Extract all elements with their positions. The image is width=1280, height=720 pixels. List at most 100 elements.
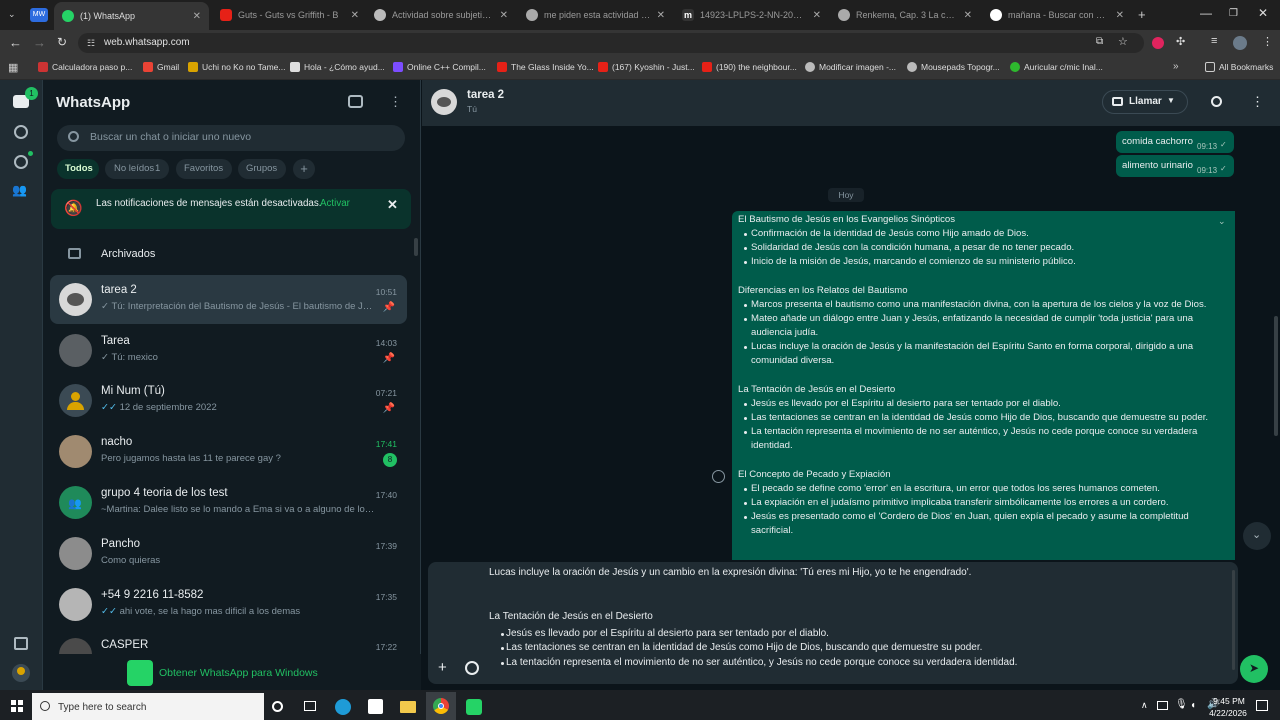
tab-whatsapp[interactable]: (1) WhatsApp ✕: [54, 2, 209, 30]
clock-time[interactable]: 9:45 PM: [1210, 696, 1248, 706]
address-bar[interactable]: [78, 33, 1144, 53]
bookmark-cpp[interactable]: Online C++ Compil...: [393, 62, 486, 72]
profile-avatar[interactable]: [1233, 36, 1247, 50]
bookmark-calculadora[interactable]: Calculadora paso p...: [38, 62, 132, 72]
sticker-icon[interactable]: [465, 661, 479, 675]
edge-icon[interactable]: [335, 699, 351, 715]
reload-icon[interactable]: ↻: [57, 35, 67, 49]
store-icon[interactable]: [368, 699, 383, 714]
clock-date[interactable]: 4/22/2026: [1202, 708, 1254, 718]
cortana-icon[interactable]: [272, 701, 283, 712]
new-tab-icon[interactable]: +: [1138, 7, 1146, 22]
file-explorer-icon[interactable]: [400, 701, 416, 713]
search-messages-icon[interactable]: [1211, 96, 1222, 107]
close-tab-icon[interactable]: ✕: [193, 11, 201, 22]
chat-row-tarea[interactable]: Tarea ✓ Tú: mexico 14:03 📌: [50, 326, 407, 375]
attach-plus-icon[interactable]: +: [438, 659, 447, 676]
bookmark-kyoshin[interactable]: (167) Kyoshin - Just...: [598, 62, 695, 72]
apps-grid-icon[interactable]: ▦: [8, 61, 18, 74]
bookmark-mousepads[interactable]: Mousepads Topogr...: [907, 62, 1000, 72]
close-tab-icon[interactable]: ✕: [1116, 10, 1124, 21]
chat-row-mi-num[interactable]: Mi Num (Tú) ✓✓ 12 de septiembre 2022 07:…: [50, 376, 407, 425]
chat-row-phone[interactable]: +54 9 2216 11-8582 ✓✓ ahi vote, se la ha…: [50, 580, 407, 629]
tab-me-piden[interactable]: me piden esta actividad 1. Se ✕: [518, 0, 673, 30]
new-chat-icon[interactable]: [348, 95, 363, 108]
chat-row-pancho[interactable]: Pancho Como quieras 17:39: [50, 529, 407, 578]
long-message-bubble[interactable]: El Bautismo de Jesús en los Evangelios S…: [732, 211, 1235, 560]
whatsapp-taskbar-icon[interactable]: [466, 699, 482, 715]
browser-menu-icon[interactable]: ⋮: [1262, 35, 1273, 48]
close-tab-icon[interactable]: ✕: [500, 10, 508, 21]
close-tab-icon[interactable]: ✕: [657, 10, 665, 21]
bookmark-uchi[interactable]: Uchi no Ko no Tame...: [188, 62, 285, 72]
chat-row-casper[interactable]: CASPER 17:22: [50, 630, 407, 654]
tab-lplps[interactable]: m 14923-LPLPS-2-NN-2026) An ✕: [674, 0, 829, 30]
message-bubble[interactable]: alimento urinario 09:13 ✓: [1116, 155, 1234, 177]
restore-icon[interactable]: ❐: [1229, 8, 1238, 19]
chrome-taskbar-icon[interactable]: [426, 692, 456, 720]
media-icon[interactable]: ≡: [1211, 35, 1217, 47]
close-notice-icon[interactable]: ✕: [387, 197, 398, 213]
communities-nav-icon[interactable]: 👥: [12, 183, 27, 197]
profile-nav-avatar[interactable]: [12, 664, 30, 682]
status-nav-icon[interactable]: [14, 125, 28, 139]
chat-row-tarea-2[interactable]: tarea 2 ✓ Tú: Interpretación del Bautism…: [50, 275, 407, 324]
bookmark-star-icon[interactable]: ☆: [1118, 35, 1128, 48]
install-app-icon[interactable]: ⧉: [1096, 36, 1103, 47]
notifications-icon[interactable]: [1256, 700, 1268, 711]
microphone-icon[interactable]: 🎙: [1175, 699, 1188, 710]
windows-start-icon[interactable]: [11, 700, 23, 712]
bookmark-auricular[interactable]: Auricular c/mic Inal...: [1010, 62, 1103, 72]
filter-no-leidos[interactable]: No leídos 1: [105, 159, 169, 179]
bookmark-hola[interactable]: Hola - ¿Cómo ayud...: [290, 62, 385, 72]
tray-chevron-icon[interactable]: ∧: [1141, 700, 1148, 711]
extensions-icon[interactable]: ✣: [1176, 35, 1185, 48]
extension-red-icon[interactable]: [1152, 37, 1164, 49]
send-button[interactable]: ➤: [1240, 655, 1268, 683]
minimize-icon[interactable]: —: [1200, 6, 1212, 20]
scroll-down-button[interactable]: ⌄: [1243, 522, 1271, 550]
composer-scrollbar[interactable]: [1232, 570, 1235, 670]
filter-favoritos[interactable]: Favoritos: [176, 159, 232, 179]
battery-icon[interactable]: ◖: [1190, 700, 1196, 711]
chat-menu-icon[interactable]: ⋮: [1251, 94, 1264, 110]
close-window-icon[interactable]: ✕: [1258, 6, 1268, 20]
chat-row-nacho[interactable]: nacho Pero jugamos hasta las 11 te parec…: [50, 427, 407, 476]
tab-google[interactable]: mañana - Buscar con Google ✕: [982, 0, 1132, 30]
add-filter-button[interactable]: +: [293, 159, 315, 179]
sidebar-scrollbar[interactable]: [414, 238, 418, 256]
bookmarks-overflow-icon[interactable]: »: [1173, 61, 1179, 72]
forward-icon[interactable]: →: [33, 35, 46, 50]
bookmark-neighbour[interactable]: (190) the neighbour...: [702, 62, 797, 72]
chat-row-grupo-4[interactable]: 👥 grupo 4 teoria de los test ~Martina: D…: [50, 478, 407, 527]
back-icon[interactable]: ←: [9, 35, 22, 50]
channels-nav-icon[interactable]: [14, 155, 28, 169]
react-emoji-icon[interactable]: [712, 470, 725, 483]
message-options-chevron-icon[interactable]: ⌄: [1218, 216, 1226, 227]
message-bubble[interactable]: comida cachorro 09:13 ✓: [1116, 131, 1234, 153]
tab-search-icon[interactable]: ⌄: [8, 9, 16, 20]
network-icon[interactable]: [1157, 701, 1168, 710]
tab-actividad[interactable]: Actividad sobre subjetivemas ✕: [366, 0, 516, 30]
bookmark-glass[interactable]: The Glass Inside Yo...: [497, 62, 594, 72]
contact-avatar[interactable]: [431, 89, 457, 115]
tab-guts[interactable]: Guts - Guts vs Griffith - B ✕: [212, 0, 367, 30]
message-composer[interactable]: Lucas incluye la oración de Jesús y un c…: [428, 562, 1238, 684]
notice-activate-link[interactable]: Activar: [320, 198, 350, 209]
conversation-scrollbar[interactable]: [1274, 316, 1278, 436]
menu-icon[interactable]: ⋮: [389, 94, 402, 110]
workspace-badge[interactable]: MW: [30, 8, 48, 22]
task-view-icon[interactable]: [304, 701, 316, 711]
filter-todos[interactable]: Todos: [57, 159, 99, 179]
all-bookmarks[interactable]: All Bookmarks: [1205, 62, 1273, 72]
close-tab-icon[interactable]: ✕: [964, 10, 972, 21]
site-info-icon[interactable]: ☷: [87, 38, 95, 49]
close-tab-icon[interactable]: ✕: [351, 10, 359, 21]
bookmark-modificar[interactable]: Modificar imagen -...: [805, 62, 896, 72]
close-tab-icon[interactable]: ✕: [813, 10, 821, 21]
bookmark-gmail[interactable]: Gmail: [143, 62, 179, 72]
media-nav-icon[interactable]: [14, 637, 28, 650]
search-icon: [40, 701, 50, 711]
filter-grupos[interactable]: Grupos: [238, 159, 286, 179]
tab-renkema[interactable]: Renkema, Cap. 3 La comunic ✕: [830, 0, 980, 30]
